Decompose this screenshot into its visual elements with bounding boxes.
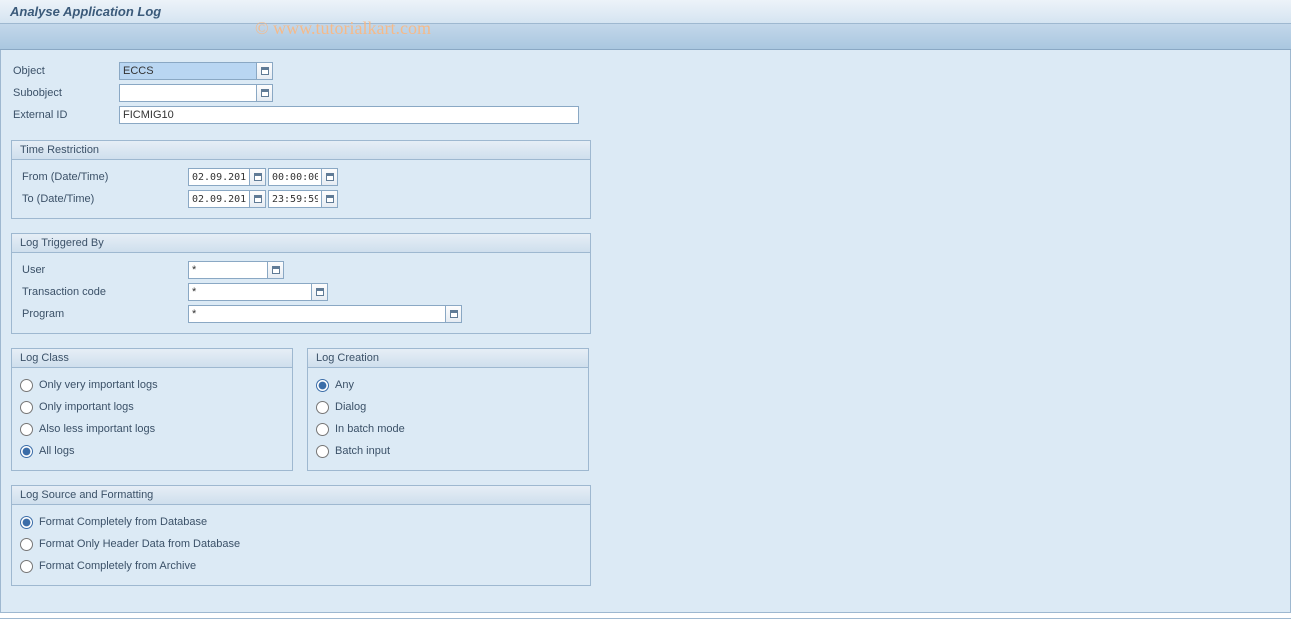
f4-icon: [326, 173, 334, 181]
logsource-radio-2[interactable]: [20, 538, 33, 551]
row-external-id: External ID: [11, 104, 1280, 126]
logcreation-opt4[interactable]: Batch input: [316, 440, 580, 462]
user-label: User: [20, 264, 188, 276]
subobject-label: Subobject: [11, 87, 119, 99]
group-log-source: Log Source and Formatting Format Complet…: [11, 485, 591, 586]
row-class-creation: Log Class Only very important logs Only …: [11, 348, 1280, 471]
to-time-input[interactable]: [268, 190, 322, 208]
f4-icon: [254, 195, 262, 203]
external-id-input[interactable]: [119, 106, 579, 124]
f4-icon: [326, 195, 334, 203]
logcreation-opt2[interactable]: Dialog: [316, 396, 580, 418]
f4-icon: [261, 89, 269, 97]
group-log-creation: Log Creation Any Dialog In batch mode Ba…: [307, 348, 589, 471]
f4-icon: [254, 173, 262, 181]
logsource-opt2[interactable]: Format Only Header Data from Database: [20, 533, 582, 555]
logcreation-label-3: In batch mode: [335, 423, 405, 435]
f4-icon: [450, 310, 458, 318]
to-time-f4-button[interactable]: [322, 190, 338, 208]
group-header-log-creation: Log Creation: [308, 349, 588, 368]
group-header-time: Time Restriction: [12, 141, 590, 160]
logsource-radio-1[interactable]: [20, 516, 33, 529]
logsource-opt3[interactable]: Format Completely from Archive: [20, 555, 582, 577]
tcode-f4-button[interactable]: [312, 283, 328, 301]
object-f4-button[interactable]: [257, 62, 273, 80]
logsource-radio-3[interactable]: [20, 560, 33, 573]
logclass-radio-2[interactable]: [20, 401, 33, 414]
logcreation-label-4: Batch input: [335, 445, 390, 457]
logclass-opt3[interactable]: Also less important logs: [20, 418, 284, 440]
logclass-label-3: Also less important logs: [39, 423, 155, 435]
row-from: From (Date/Time): [20, 166, 582, 188]
from-date-f4-button[interactable]: [250, 168, 266, 186]
subobject-f4-button[interactable]: [257, 84, 273, 102]
from-label: From (Date/Time): [20, 171, 188, 183]
logsource-label-1: Format Completely from Database: [39, 516, 207, 528]
group-time-restriction: Time Restriction From (Date/Time) To (Da…: [11, 140, 591, 219]
to-date-input[interactable]: [188, 190, 250, 208]
logcreation-label-2: Dialog: [335, 401, 366, 413]
logcreation-radio-4[interactable]: [316, 445, 329, 458]
program-label: Program: [20, 308, 188, 320]
group-header-triggered: Log Triggered By: [12, 234, 590, 253]
subobject-input[interactable]: [119, 84, 257, 102]
user-f4-button[interactable]: [268, 261, 284, 279]
row-object: Object: [11, 60, 1280, 82]
logsource-label-3: Format Completely from Archive: [39, 560, 196, 572]
logclass-opt2[interactable]: Only important logs: [20, 396, 284, 418]
logclass-radio-1[interactable]: [20, 379, 33, 392]
object-input[interactable]: [119, 62, 257, 80]
f4-icon: [261, 67, 269, 75]
logcreation-opt3[interactable]: In batch mode: [316, 418, 580, 440]
to-date-f4-button[interactable]: [250, 190, 266, 208]
from-time-f4-button[interactable]: [322, 168, 338, 186]
logsource-label-2: Format Only Header Data from Database: [39, 538, 240, 550]
group-header-log-source: Log Source and Formatting: [12, 486, 590, 505]
external-id-label: External ID: [11, 109, 119, 121]
row-tcode: Transaction code: [20, 281, 582, 303]
logclass-label-1: Only very important logs: [39, 379, 158, 391]
logcreation-radio-1[interactable]: [316, 379, 329, 392]
to-label: To (Date/Time): [20, 193, 188, 205]
logcreation-label-1: Any: [335, 379, 354, 391]
logclass-opt1[interactable]: Only very important logs: [20, 374, 284, 396]
f4-icon: [272, 266, 280, 274]
user-input[interactable]: [188, 261, 268, 279]
logclass-opt4[interactable]: All logs: [20, 440, 284, 462]
from-time-input[interactable]: [268, 168, 322, 186]
logclass-radio-3[interactable]: [20, 423, 33, 436]
page-title: Analyse Application Log: [0, 0, 1291, 24]
object-label: Object: [11, 65, 119, 77]
group-log-class: Log Class Only very important logs Only …: [11, 348, 293, 471]
program-f4-button[interactable]: [446, 305, 462, 323]
tcode-input[interactable]: [188, 283, 312, 301]
row-subobject: Subobject: [11, 82, 1280, 104]
from-date-input[interactable]: [188, 168, 250, 186]
logclass-label-4: All logs: [39, 445, 74, 457]
logcreation-opt1[interactable]: Any: [316, 374, 580, 396]
logclass-label-2: Only important logs: [39, 401, 134, 413]
logcreation-radio-3[interactable]: [316, 423, 329, 436]
group-header-log-class: Log Class: [12, 349, 292, 368]
logsource-opt1[interactable]: Format Completely from Database: [20, 511, 582, 533]
app-frame: Analyse Application Log © www.tutorialka…: [0, 0, 1291, 619]
logclass-radio-4[interactable]: [20, 445, 33, 458]
row-user: User: [20, 259, 582, 281]
row-to: To (Date/Time): [20, 188, 582, 210]
body-area: Object Subobject External ID Time Restri…: [0, 50, 1291, 613]
f4-icon: [316, 288, 324, 296]
group-triggered-by: Log Triggered By User Transaction code: [11, 233, 591, 334]
toolbar: © www.tutorialkart.com: [0, 24, 1291, 50]
logcreation-radio-2[interactable]: [316, 401, 329, 414]
program-input[interactable]: [188, 305, 446, 323]
tcode-label: Transaction code: [20, 286, 188, 298]
row-program: Program: [20, 303, 582, 325]
